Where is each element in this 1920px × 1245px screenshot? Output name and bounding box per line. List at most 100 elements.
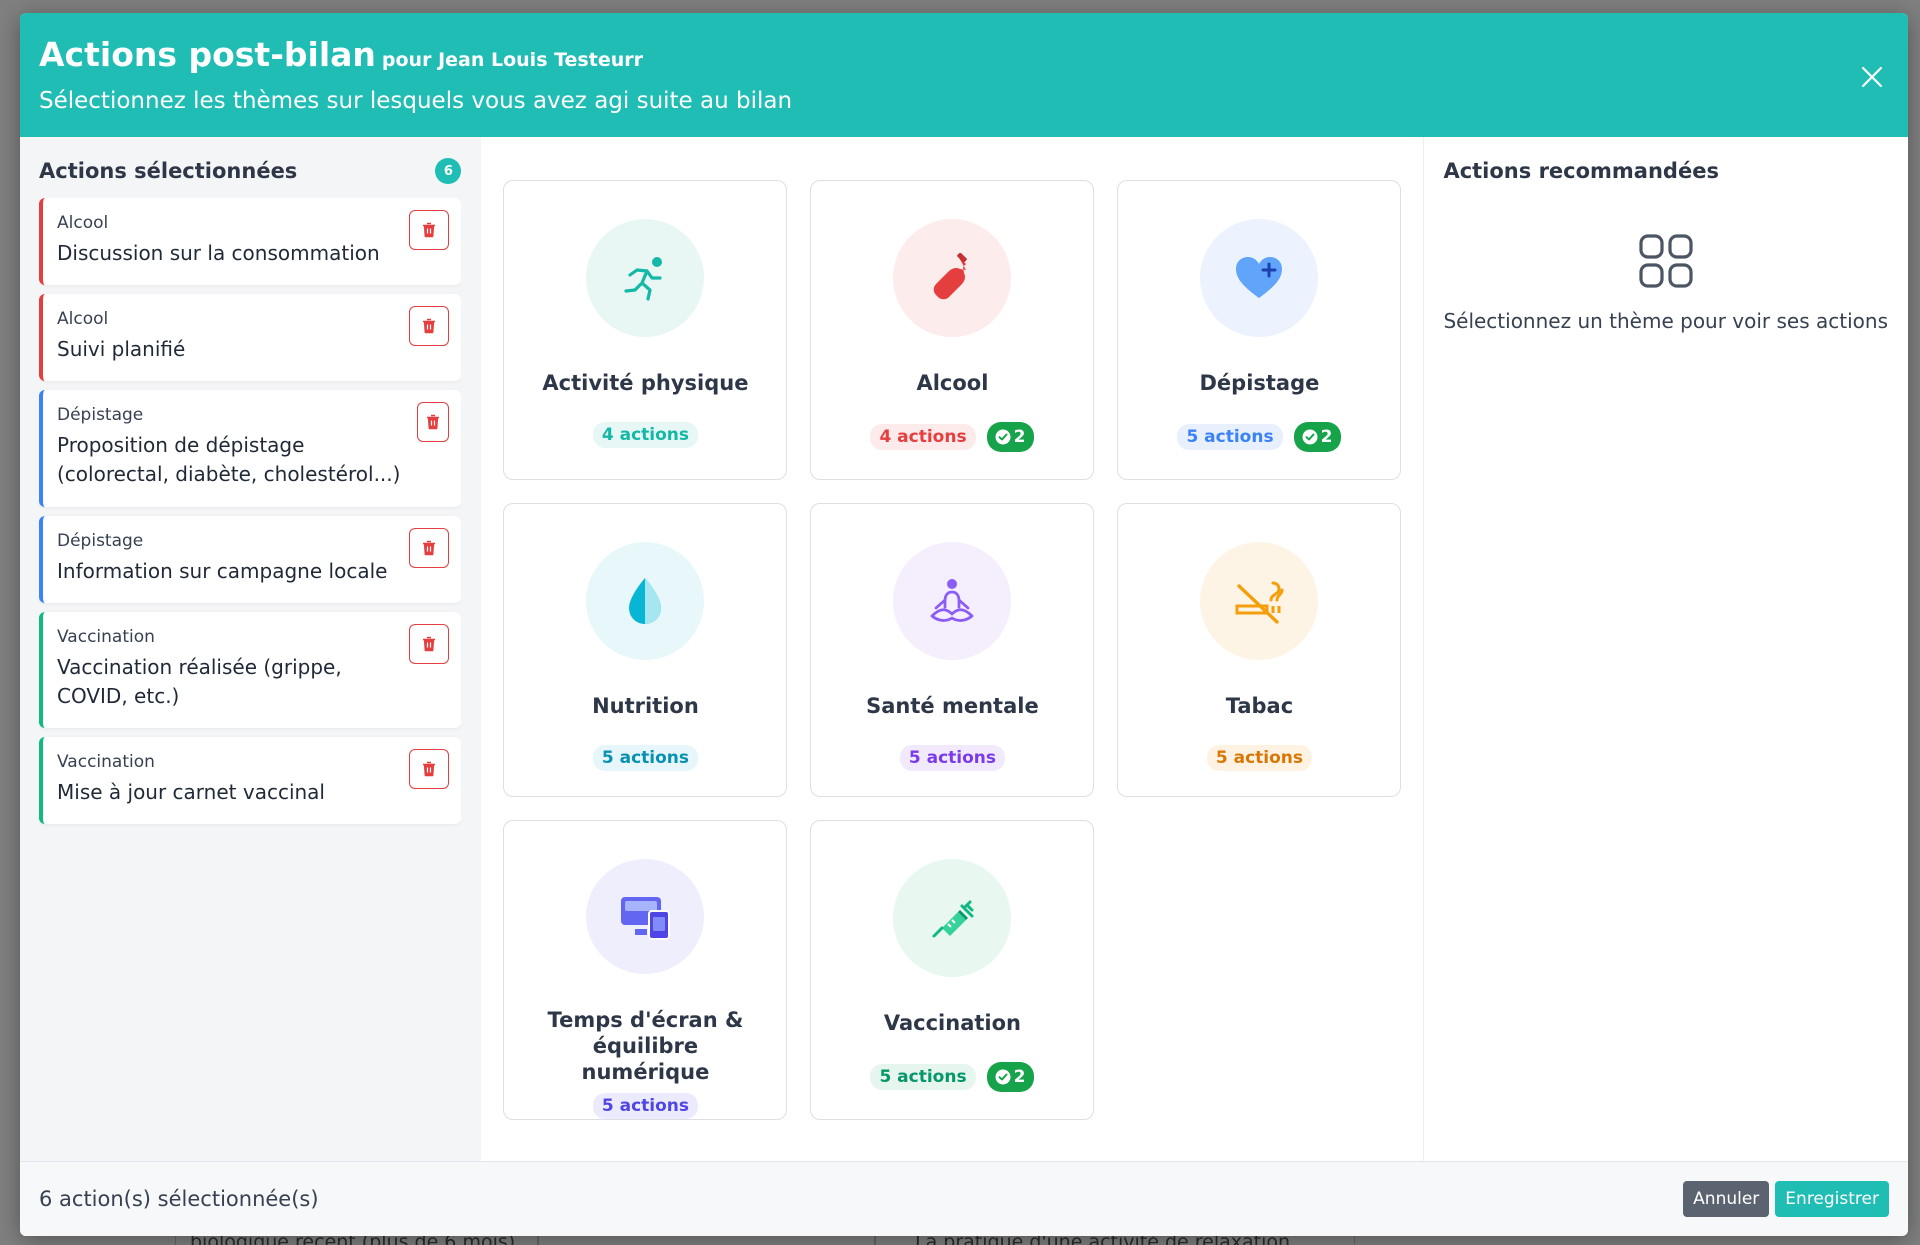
recommended-actions-title: Actions recommandées (1443, 159, 1719, 183)
actions-count-badge: 5 actions (899, 745, 1006, 771)
theme-tile-tabac[interactable]: Tabac 5 actions (1117, 503, 1402, 797)
theme-name: Vaccination (883, 1011, 1021, 1035)
selected-action-item: Alcool Suivi planifié (39, 294, 462, 381)
actions-count-badge: 5 actions (592, 1093, 699, 1119)
selected-actions-header: Actions sélectionnées 6 (39, 155, 462, 187)
save-button[interactable]: Enregistrer (1775, 1181, 1889, 1217)
theme-badges: 5 actions (899, 745, 1006, 771)
no-smoking-icon (1235, 581, 1284, 624)
selected-actions-panel: Actions sélectionnées 6 Alcool Discussio… (20, 137, 482, 1161)
selected-actions-list[interactable]: Alcool Discussion sur la consommation Al… (39, 198, 462, 833)
theme-badges: 5 actions (1206, 745, 1313, 771)
selected-action-item: Dépistage Proposition de dépistage (colo… (39, 390, 462, 507)
theme-badges: 4 actions (592, 422, 699, 448)
theme-tile-activite-physique[interactable]: Activité physique 4 actions (503, 180, 788, 480)
action-theme: Vaccination (57, 627, 155, 647)
theme-tile-alcool[interactable]: Alcool 4 actions 2 (810, 180, 1095, 480)
delete-action-button[interactable] (409, 210, 450, 250)
modal-title-text: Actions post-bilan (39, 35, 376, 74)
delete-action-button[interactable] (417, 402, 450, 442)
checked-count-badge: 2 (986, 1062, 1035, 1092)
recommended-empty-state: Sélectionnez un thème pour voir ses acti… (1443, 233, 1888, 333)
theme-icon-circle (893, 859, 1012, 977)
running-icon (624, 257, 663, 301)
selected-count-badge: 6 (435, 158, 462, 184)
checked-count-badge: 2 (1293, 422, 1342, 452)
theme-icon-circle (893, 542, 1012, 660)
trash-icon (423, 761, 436, 777)
theme-name: Nutrition (592, 694, 699, 718)
recommended-empty-text: Sélectionnez un thème pour voir ses acti… (1443, 309, 1888, 333)
selected-action-item: Vaccination Vaccination réalisée (grippe… (39, 612, 462, 728)
action-theme: Dépistage (57, 531, 144, 551)
theme-badges: 5 actions (592, 745, 699, 771)
modal-subtitle: Sélectionnez les thèmes sur lesquels vou… (39, 88, 793, 114)
checked-count: 2 (1320, 427, 1333, 447)
theme-tile-nutrition[interactable]: Nutrition 5 actions (503, 503, 788, 797)
actions-count-badge: 4 actions (870, 424, 976, 450)
theme-icon-circle (1200, 219, 1319, 337)
selected-action-item: Dépistage Information sur campagne local… (39, 516, 462, 603)
actions-count-badge: 5 actions (870, 1064, 976, 1090)
trash-icon (423, 540, 436, 556)
trash-icon (423, 222, 436, 238)
actions-count-badge: 5 actions (592, 745, 699, 771)
footer-buttons: Annuler Enregistrer (1683, 1181, 1889, 1217)
theme-icon-circle (586, 859, 705, 974)
selected-action-item: Alcool Discussion sur la consommation (39, 198, 462, 285)
syringe-icon (932, 900, 974, 938)
trash-icon (427, 414, 440, 430)
action-label: Vaccination réalisée (grippe, COVID, etc… (57, 655, 342, 708)
close-button[interactable] (1856, 61, 1888, 93)
modal-footer: 6 action(s) sélectionnée(s) Annuler Enre… (20, 1161, 1908, 1236)
theme-name: Temps d'écran & équilibre numérique (547, 1008, 744, 1084)
theme-tile-sante-mentale[interactable]: Santé mentale 5 actions (810, 503, 1095, 797)
theme-icon-circle (893, 219, 1012, 337)
themes-panel: Activité physique 4 actions Alcool 4 act… (481, 137, 1424, 1161)
delete-action-button[interactable] (409, 749, 450, 789)
bottle-icon (934, 253, 968, 300)
actions-count-badge: 4 actions (592, 422, 699, 448)
action-theme: Alcool (57, 309, 109, 329)
action-label: Information sur campagne locale (57, 559, 388, 583)
post-bilan-modal: Actions post-bilan pour Jean Louis Testeu… (20, 13, 1908, 1236)
check-circle-icon (995, 1069, 1011, 1085)
theme-badges: 5 actions 2 (870, 1062, 1035, 1092)
theme-name: Activité physique (542, 371, 749, 395)
modal-body: Actions sélectionnées 6 Alcool Discussio… (20, 137, 1908, 1161)
selected-count-text: 6 action(s) sélectionnée(s) (39, 1187, 319, 1211)
trash-icon (423, 318, 436, 334)
selected-action-item: Vaccination Mise à jour carnet vaccinal (39, 737, 462, 824)
checked-count: 2 (1013, 1067, 1026, 1087)
delete-action-button[interactable] (409, 528, 450, 568)
action-label: Suivi planifié (57, 337, 186, 361)
actions-count-badge: 5 actions (1206, 745, 1313, 771)
grid-icon (1639, 234, 1693, 288)
close-icon (1861, 66, 1883, 88)
delete-action-button[interactable] (409, 624, 450, 664)
theme-icon-circle (1200, 542, 1319, 660)
theme-icon-circle (586, 542, 705, 660)
checked-count: 2 (1013, 427, 1026, 447)
theme-icon-circle (586, 219, 705, 337)
action-theme: Alcool (57, 213, 109, 233)
theme-badges: 4 actions 2 (870, 422, 1035, 452)
theme-tile-temps-ecran[interactable]: Temps d'écran & équilibre numérique 5 ac… (503, 820, 788, 1120)
recommended-actions-panel: Actions recommandées Sélectionnez un thè… (1423, 137, 1908, 1161)
action-label: Proposition de dépistage (colorectal, di… (57, 433, 401, 486)
meditation-icon (931, 579, 974, 622)
heart-plus-icon (1236, 257, 1283, 298)
delete-action-button[interactable] (409, 306, 450, 346)
patient-name: pour Jean Louis Testeurr (381, 49, 643, 71)
drop-icon (629, 578, 662, 624)
theme-tile-depistage[interactable]: Dépistage 5 actions 2 (1117, 180, 1402, 480)
cancel-button[interactable]: Annuler (1683, 1181, 1770, 1217)
action-theme: Vaccination (57, 752, 155, 772)
selected-actions-title: Actions sélectionnées (39, 159, 298, 183)
theme-name: Santé mentale (866, 694, 1039, 718)
theme-name: Dépistage (1199, 371, 1320, 395)
actions-count-badge: 5 actions (1177, 424, 1283, 450)
theme-name: Alcool (916, 371, 989, 395)
theme-tile-vaccination[interactable]: Vaccination 5 actions 2 (810, 820, 1095, 1120)
themes-grid: Activité physique 4 actions Alcool 4 act… (503, 180, 1402, 1120)
